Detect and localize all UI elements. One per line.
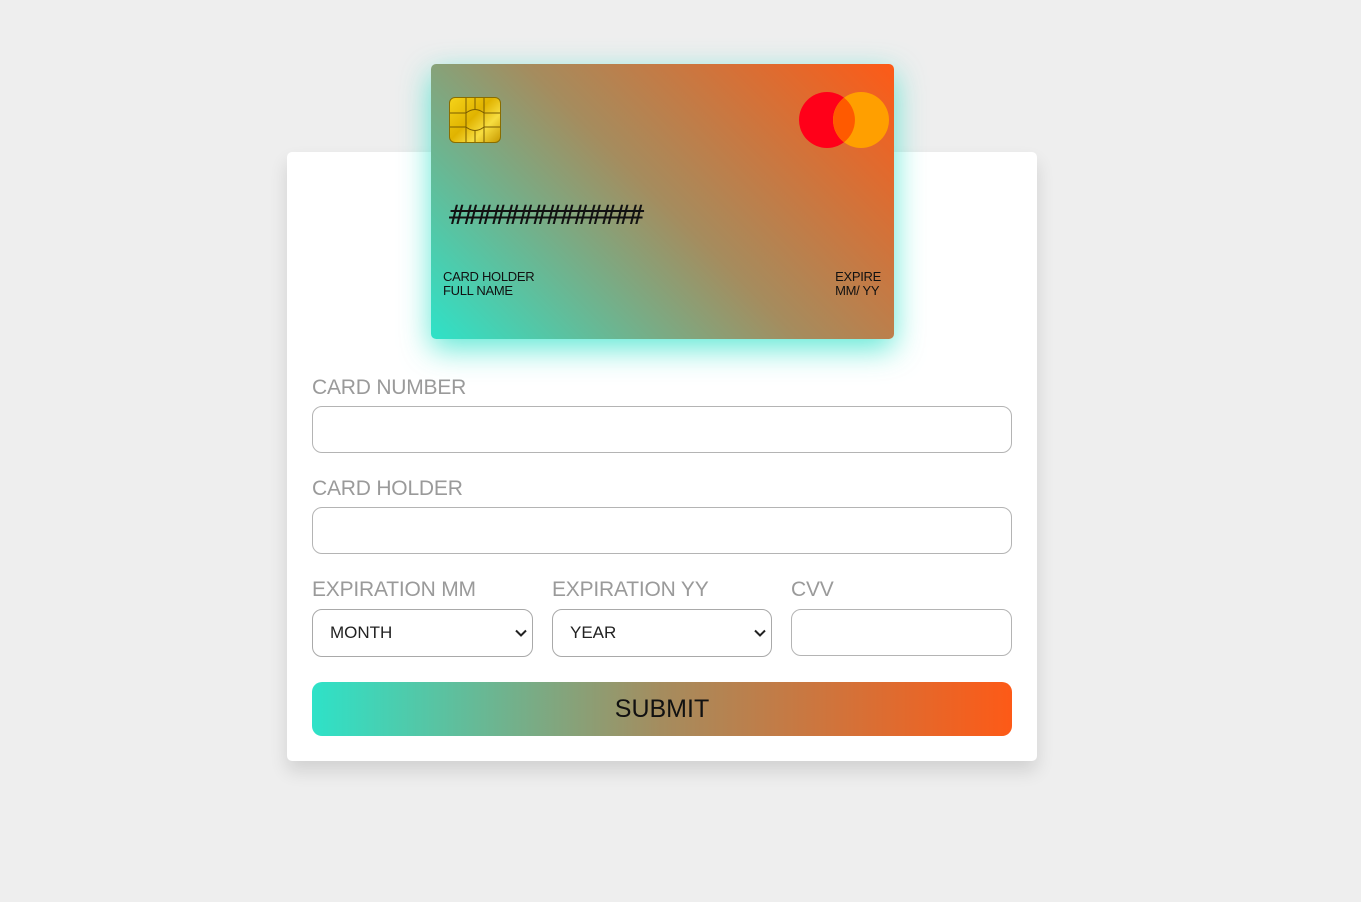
card-expire-display: EXPIRE MM/ YY xyxy=(835,270,881,298)
cvv-label: CVV xyxy=(791,578,834,601)
card-number-display: ############## xyxy=(449,200,644,231)
expiration-month-value: MONTH xyxy=(330,623,393,642)
card-holder-input[interactable] xyxy=(312,507,1012,554)
card-holder-label: CARD HOLDER xyxy=(443,269,535,284)
expiration-year-select[interactable]: YEAR xyxy=(552,609,772,657)
submit-button[interactable]: SUBMIT xyxy=(312,682,1012,736)
card-number-label: CARD NUMBER xyxy=(312,376,467,399)
expiration-year-value: YEAR xyxy=(570,623,617,642)
expiration-year-label: EXPIRATION YY xyxy=(552,578,709,601)
card-number-input[interactable] xyxy=(312,406,1012,453)
chevron-down-icon xyxy=(753,626,767,640)
expiration-month-select[interactable]: MONTH xyxy=(312,609,533,657)
card-holder-label-form: CARD HOLDER xyxy=(312,477,463,500)
card-expire-label: EXPIRE xyxy=(835,269,881,284)
cvv-input[interactable] xyxy=(791,609,1012,656)
card-expire-value: MM/ YY xyxy=(835,283,880,298)
expiration-month-label: EXPIRATION MM xyxy=(312,578,476,601)
mastercard-logo xyxy=(798,91,890,149)
card-holder-display: CARD HOLDER FULL NAME xyxy=(443,269,535,298)
credit-card-preview: ############## CARD HOLDER FULL NAME EXP… xyxy=(431,64,894,339)
chevron-down-icon xyxy=(514,626,528,640)
card-holder-value: FULL NAME xyxy=(443,283,513,298)
sim-chip-icon xyxy=(449,97,501,143)
